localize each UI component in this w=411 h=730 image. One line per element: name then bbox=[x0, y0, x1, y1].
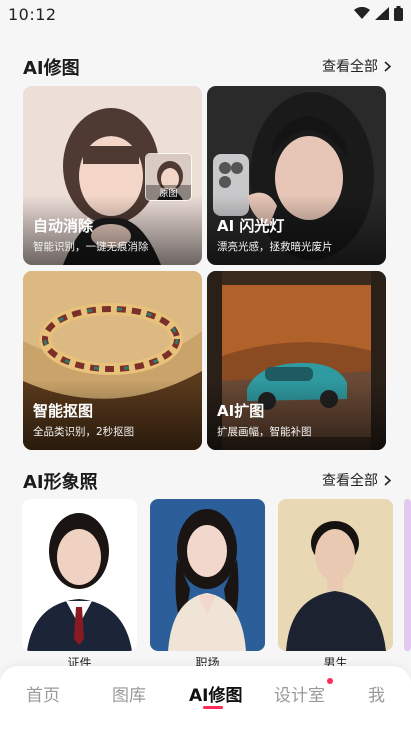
nav-tab-ai-retouch[interactable]: AI修图 bbox=[189, 681, 242, 706]
male-photo-image bbox=[278, 499, 393, 651]
feature-card-auto-erase[interactable]: 原图 自动消除 智能识别，一键无痕消除 bbox=[23, 86, 202, 265]
portrait-section-title: AI形象照 bbox=[23, 472, 98, 493]
retouch-section-header: AI修图 查看全部 bbox=[0, 54, 411, 80]
portrait-section-header: AI形象照 查看全部 bbox=[0, 468, 411, 494]
cellular-signal-icon bbox=[375, 7, 389, 20]
card-subtitle: 智能识别，一键无痕消除 bbox=[33, 241, 149, 253]
nav-tab-me[interactable]: 我 bbox=[368, 681, 385, 706]
chevron-right-icon bbox=[384, 474, 391, 486]
retouch-see-all-link[interactable]: 查看全部 bbox=[322, 56, 391, 76]
feature-card-ai-flash[interactable]: AI 闪光灯 漂亮光感，拯救暗光废片 bbox=[207, 86, 386, 265]
partial-photo-image bbox=[404, 499, 411, 651]
card-title: AI 闪光灯 bbox=[217, 217, 285, 235]
wifi-icon bbox=[354, 7, 370, 19]
notification-dot bbox=[327, 678, 333, 684]
status-bar: 10:12 bbox=[0, 0, 411, 30]
portrait-card-workplace[interactable] bbox=[150, 499, 265, 651]
card-title: 智能抠图 bbox=[33, 402, 94, 420]
card-subtitle: 扩展画幅，智能补图 bbox=[217, 426, 312, 438]
feature-card-ai-expand[interactable]: AI扩图 扩展画幅，智能补图 bbox=[207, 271, 386, 450]
nav-tab-gallery[interactable]: 图库 bbox=[112, 681, 146, 706]
card-title: AI扩图 bbox=[217, 402, 265, 420]
battery-icon bbox=[394, 6, 403, 21]
see-all-label: 查看全部 bbox=[322, 59, 378, 75]
retouch-section-title: AI修图 bbox=[23, 58, 80, 79]
active-tab-indicator bbox=[203, 706, 223, 709]
chevron-right-icon bbox=[384, 60, 391, 72]
status-icons bbox=[354, 6, 403, 21]
id-photo-image bbox=[22, 499, 137, 651]
portrait-card-partial[interactable] bbox=[404, 499, 411, 651]
original-thumbnail: 原图 bbox=[145, 153, 192, 201]
see-all-label: 查看全部 bbox=[322, 473, 378, 489]
nav-tab-design-studio[interactable]: 设计室 bbox=[274, 681, 325, 706]
card-subtitle: 全品类识别，2秒抠图 bbox=[33, 426, 135, 438]
card-subtitle: 漂亮光感，拯救暗光废片 bbox=[217, 241, 333, 253]
original-badge: 原图 bbox=[146, 185, 191, 200]
status-time: 10:12 bbox=[8, 5, 57, 24]
feature-card-smart-cutout[interactable]: 智能抠图 全品类识别，2秒抠图 bbox=[23, 271, 202, 450]
portrait-card-id-photo[interactable] bbox=[22, 499, 137, 651]
nav-tab-home[interactable]: 首页 bbox=[26, 681, 60, 706]
portrait-card-male[interactable] bbox=[278, 499, 393, 651]
card-title: 自动消除 bbox=[33, 217, 94, 235]
workplace-photo-image bbox=[150, 499, 265, 651]
portrait-see-all-link[interactable]: 查看全部 bbox=[322, 470, 391, 490]
